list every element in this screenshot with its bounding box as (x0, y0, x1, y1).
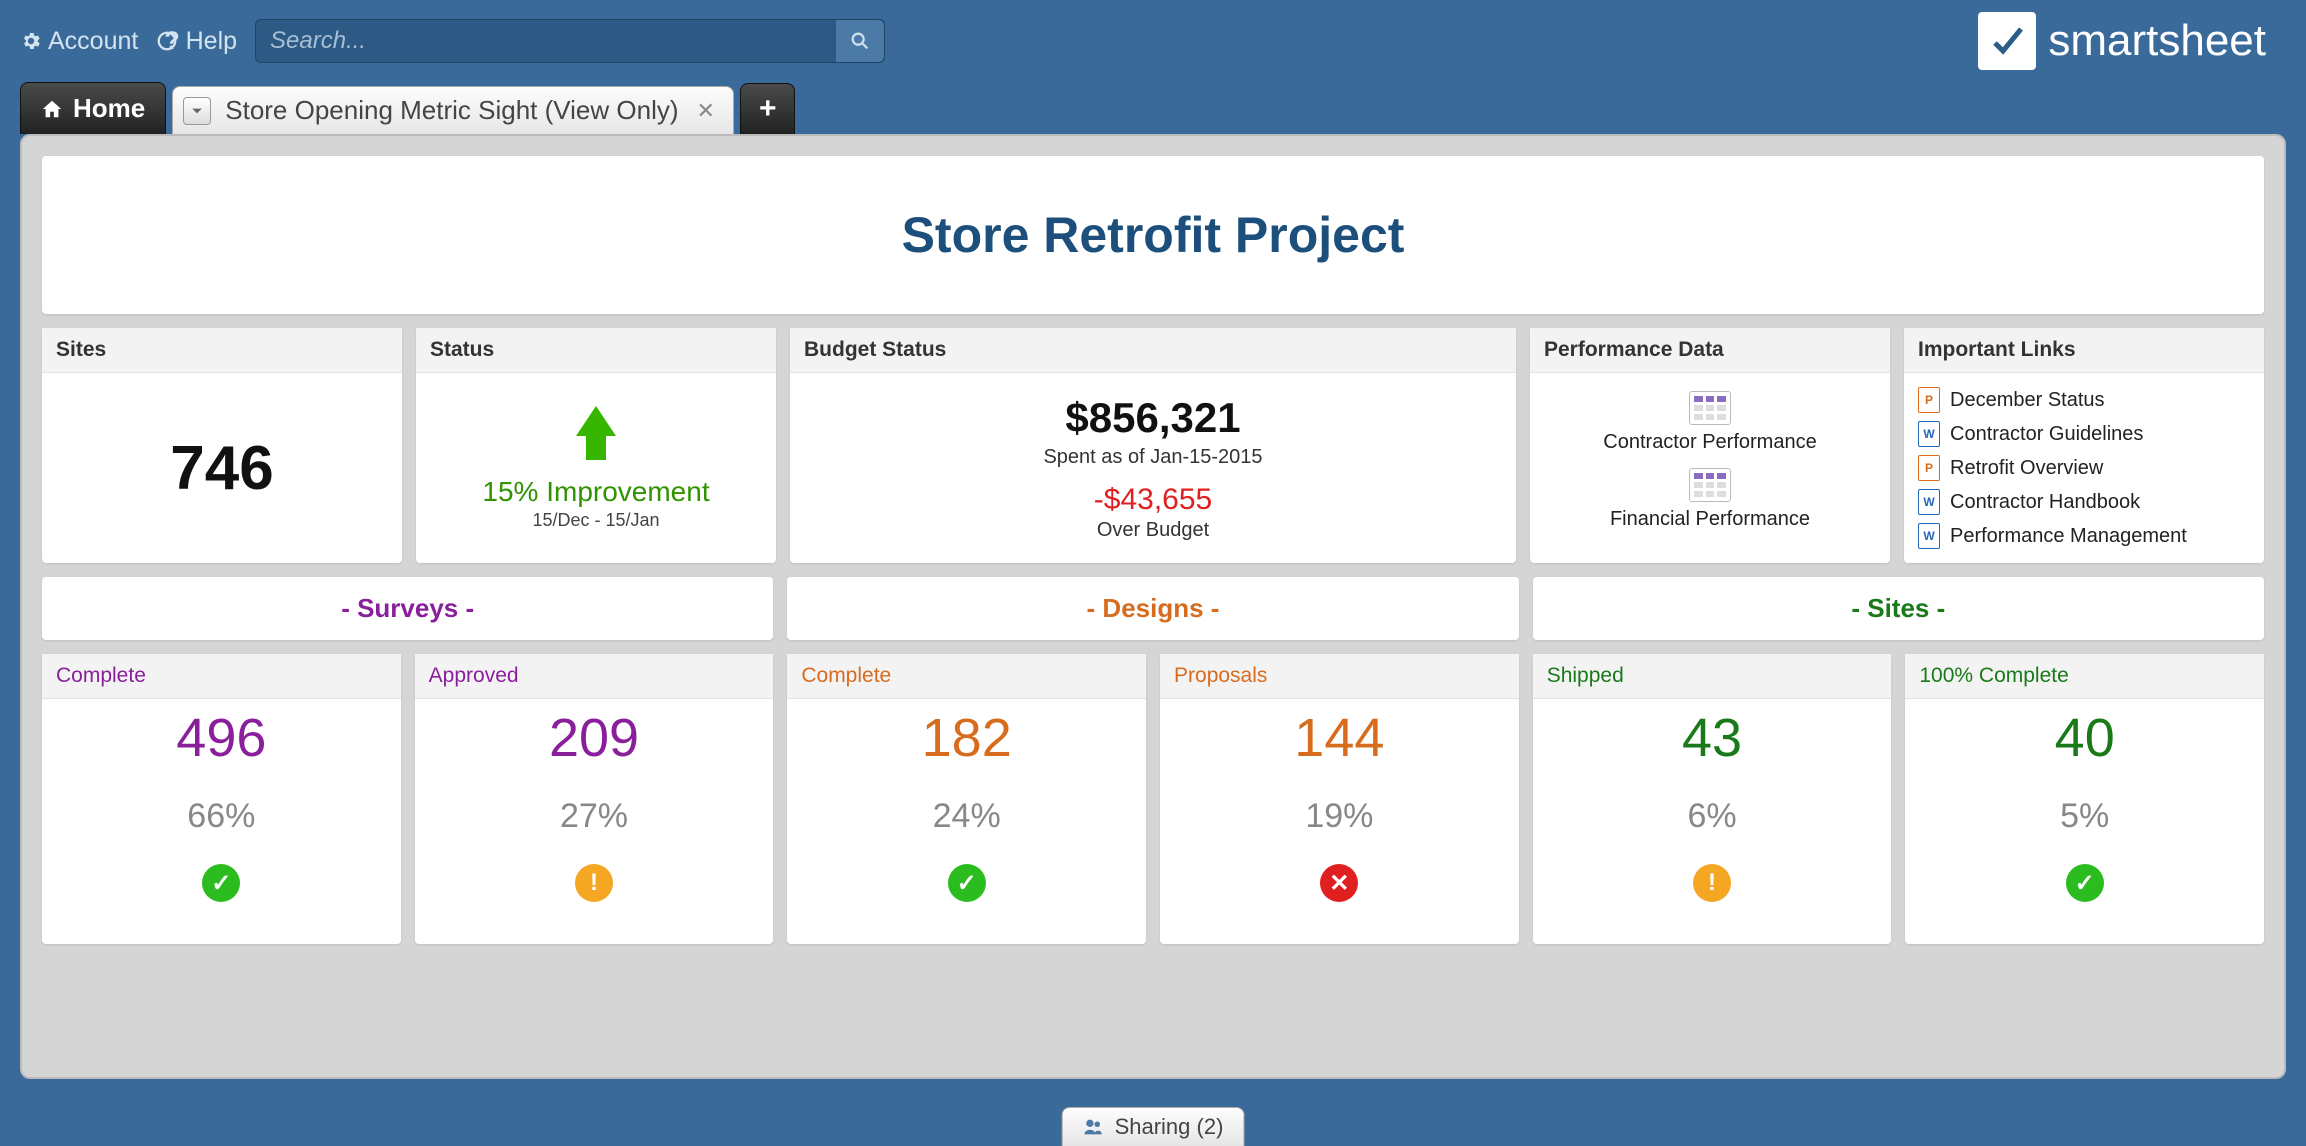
doc-icon: W (1918, 523, 1940, 549)
tab-close-button[interactable]: ✕ (693, 98, 719, 124)
metric-value: 40 (2055, 707, 2115, 769)
link-item[interactable]: PRetrofit Overview (1904, 451, 2264, 485)
metric-value: 43 (1682, 707, 1742, 769)
metric-label: Complete (787, 654, 1146, 699)
budget-amount: $856,321 (1065, 394, 1240, 442)
metric-pct: 5% (2060, 797, 2109, 836)
widget-sites-title: Sites (42, 328, 402, 373)
metric-label: Approved (415, 654, 774, 699)
topbar: Account ? Help smartsheet (0, 0, 2306, 78)
budget-over-label: Over Budget (1097, 519, 1209, 542)
status-warn-icon: ! (1693, 864, 1731, 902)
logo-text: smartsheet (2048, 16, 2266, 66)
tab-home-label: Home (73, 93, 145, 124)
status-ok-icon: ✓ (948, 864, 986, 902)
budget-delta: -$43,655 (1094, 483, 1212, 517)
link-item[interactable]: WContractor Handbook (1904, 485, 2264, 519)
section-designs: - Designs - (787, 577, 1518, 640)
tab-add-button[interactable]: + (740, 83, 796, 134)
status-ok-icon: ✓ (2066, 864, 2104, 902)
metric-label: 100% Complete (1905, 654, 2264, 699)
metric-value: 209 (549, 707, 639, 769)
home-icon (41, 98, 63, 120)
people-icon (1083, 1116, 1105, 1138)
links-list: PDecember Status WContractor Guidelines … (1904, 373, 2264, 563)
metric-sites-complete: 100% Complete 40 5% ✓ (1905, 654, 2264, 944)
search-input[interactable] (256, 19, 836, 63)
widget-budget: Budget Status $856,321 Spent as of Jan-1… (790, 328, 1516, 563)
section-sites: - Sites - (1533, 577, 2264, 640)
tab-current[interactable]: Store Opening Metric Sight (View Only) ✕ (172, 86, 734, 134)
arrow-up-icon (576, 406, 616, 436)
doc-icon: W (1918, 489, 1940, 515)
widget-performance-title: Performance Data (1530, 328, 1890, 373)
sharing-button[interactable]: Sharing (2) (1062, 1107, 1245, 1146)
status-warn-icon: ! (575, 864, 613, 902)
search-box (255, 19, 885, 63)
chevron-down-icon (191, 105, 203, 117)
metric-designs-complete: Complete 182 24% ✓ (787, 654, 1146, 944)
tab-home[interactable]: Home (20, 82, 166, 134)
metric-pct: 6% (1687, 797, 1736, 836)
metric-pct: 24% (933, 797, 1001, 836)
metrics-row: Complete 496 66% ✓ Approved 209 27% ! Co… (42, 654, 2264, 944)
perf-link-financial[interactable]: Financial Performance (1610, 508, 1810, 531)
link-item[interactable]: WContractor Guidelines (1904, 417, 2264, 451)
account-link[interactable]: Account (20, 27, 138, 56)
sharing-label: Sharing (2) (1115, 1114, 1224, 1140)
account-label: Account (48, 27, 138, 56)
perf-link-contractor[interactable]: Contractor Performance (1603, 431, 1816, 454)
metric-pct: 19% (1305, 797, 1373, 836)
gear-icon (20, 30, 42, 52)
dashboard-panel: Store Retrofit Project Sites 746 Status … (20, 134, 2286, 1079)
widget-status-title: Status (416, 328, 776, 373)
widget-status: Status 15% Improvement 15/Dec - 15/Jan (416, 328, 776, 563)
ppt-icon: P (1918, 455, 1940, 481)
status-bad-icon: ✕ (1320, 864, 1358, 902)
metric-pct: 27% (560, 797, 628, 836)
widget-sites: Sites 746 (42, 328, 402, 563)
status-headline: 15% Improvement (482, 476, 709, 508)
widgets-row: Sites 746 Status 15% Improvement 15/Dec … (42, 328, 2264, 563)
link-item[interactable]: PDecember Status (1904, 383, 2264, 417)
sites-value: 746 (170, 433, 273, 504)
widget-budget-title: Budget Status (790, 328, 1516, 373)
widget-links-title: Important Links (1904, 328, 2264, 373)
metric-label: Complete (42, 654, 401, 699)
metric-surveys-approved: Approved 209 27% ! (415, 654, 774, 944)
metric-surveys-complete: Complete 496 66% ✓ (42, 654, 401, 944)
help-label: Help (186, 27, 237, 56)
tab-dropdown[interactable] (183, 97, 211, 125)
logo: smartsheet (1978, 12, 2266, 70)
logo-mark (1978, 12, 2036, 70)
status-range: 15/Dec - 15/Jan (532, 510, 659, 531)
metric-pct: 66% (187, 797, 255, 836)
widget-performance: Performance Data Contractor Performance … (1530, 328, 1890, 563)
metric-designs-proposals: Proposals 144 19% ✕ (1160, 654, 1519, 944)
doc-icon: W (1918, 421, 1940, 447)
sheet-icon[interactable] (1689, 391, 1731, 425)
metric-label: Proposals (1160, 654, 1519, 699)
search-icon (849, 30, 871, 52)
metric-sites-shipped: Shipped 43 6% ! (1533, 654, 1892, 944)
ppt-icon: P (1918, 387, 1940, 413)
metric-value: 144 (1294, 707, 1384, 769)
topbar-left: Account ? Help (20, 19, 885, 63)
search-button[interactable] (836, 20, 884, 62)
section-headers-row: - Surveys - - Designs - - Sites - (42, 577, 2264, 640)
sheet-icon[interactable] (1689, 468, 1731, 502)
budget-spent-label: Spent as of Jan-15-2015 (1043, 446, 1262, 469)
metric-value: 496 (176, 707, 266, 769)
page-title: Store Retrofit Project (42, 156, 2264, 314)
metric-value: 182 (922, 707, 1012, 769)
link-item[interactable]: WPerformance Management (1904, 519, 2264, 553)
widget-links: Important Links PDecember Status WContra… (1904, 328, 2264, 563)
status-ok-icon: ✓ (202, 864, 240, 902)
help-link[interactable]: ? Help (156, 27, 237, 56)
tab-bar: Home Store Opening Metric Sight (View On… (0, 82, 2306, 134)
tab-current-label: Store Opening Metric Sight (View Only) (225, 95, 678, 126)
section-surveys: - Surveys - (42, 577, 773, 640)
metric-label: Shipped (1533, 654, 1892, 699)
